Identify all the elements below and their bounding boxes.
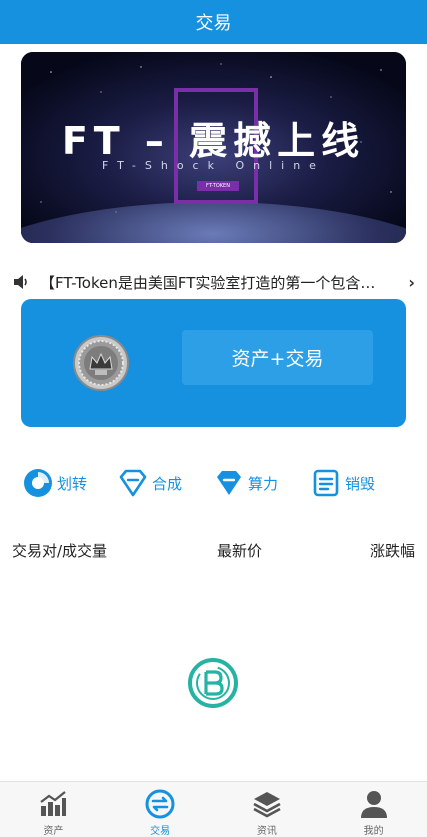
tab-label: 资讯 [256,826,277,837]
bottom-tab-bar: 资产 交易 资讯 我的 [0,781,427,837]
tab-assets[interactable]: 资产 [0,782,107,837]
banner-title: FT – 震撼上线 [61,119,366,163]
col-latest-price[interactable]: 最新价 [217,540,262,561]
exchange-icon [145,789,175,819]
asset-trade-button[interactable]: 资产+交易 [182,330,373,385]
user-icon [360,791,387,818]
quick-action-hashrate[interactable]: 算力 [214,465,278,501]
tab-label: 资产 [43,826,64,837]
col-change[interactable]: 涨跌幅 [370,540,415,561]
diamond-outline-icon [119,469,147,497]
top-bar: 交易 [0,0,427,44]
quick-action-transfer[interactable]: 划转 [23,465,87,501]
chart-icon [40,791,67,816]
layers-icon [253,792,281,818]
loading-logo-icon [188,658,238,708]
quick-action-label: 合成 [152,474,183,493]
quick-action-synthesize[interactable]: 合成 [118,465,182,501]
tab-profile[interactable]: 我的 [320,782,427,837]
chevron-right-icon[interactable]: › [408,273,415,292]
quick-actions: 划转 合成 算力 销毁 [21,465,406,501]
list-icon [313,469,339,497]
tab-label: 交易 [150,826,171,837]
banner-subtitle: FT-Shock Online [102,159,325,172]
tab-label: 我的 [363,826,384,837]
tab-trade[interactable]: 交易 [107,782,214,837]
quick-action-label: 销毁 [345,474,376,493]
market-table-header: 交易对/成交量 最新价 涨跌幅 [0,540,427,564]
asset-card: 资产+交易 [21,299,406,427]
speaker-icon [14,275,27,289]
token-coin-icon [73,335,129,391]
transfer-icon [24,469,52,497]
page-title: 交易 [195,13,232,34]
col-pair-volume[interactable]: 交易对/成交量 [12,540,107,561]
notice-text: 【FT-Token是由美国FT实验室打造的第一个包含… [40,273,376,292]
quick-action-label: 算力 [248,474,279,493]
promo-banner[interactable]: FT – 震撼上线 FT-Shock Online FT-TOKEN [21,52,406,243]
quick-action-destroy[interactable]: 销毁 [311,465,375,501]
tab-news[interactable]: 资讯 [214,782,321,837]
quick-action-label: 划转 [57,474,88,493]
notice-bar[interactable]: 【FT-Token是由美国FT实验室打造的第一个包含… › [12,268,415,296]
diamond-filled-icon [217,471,241,495]
banner-tag: FT-TOKEN [197,181,239,191]
